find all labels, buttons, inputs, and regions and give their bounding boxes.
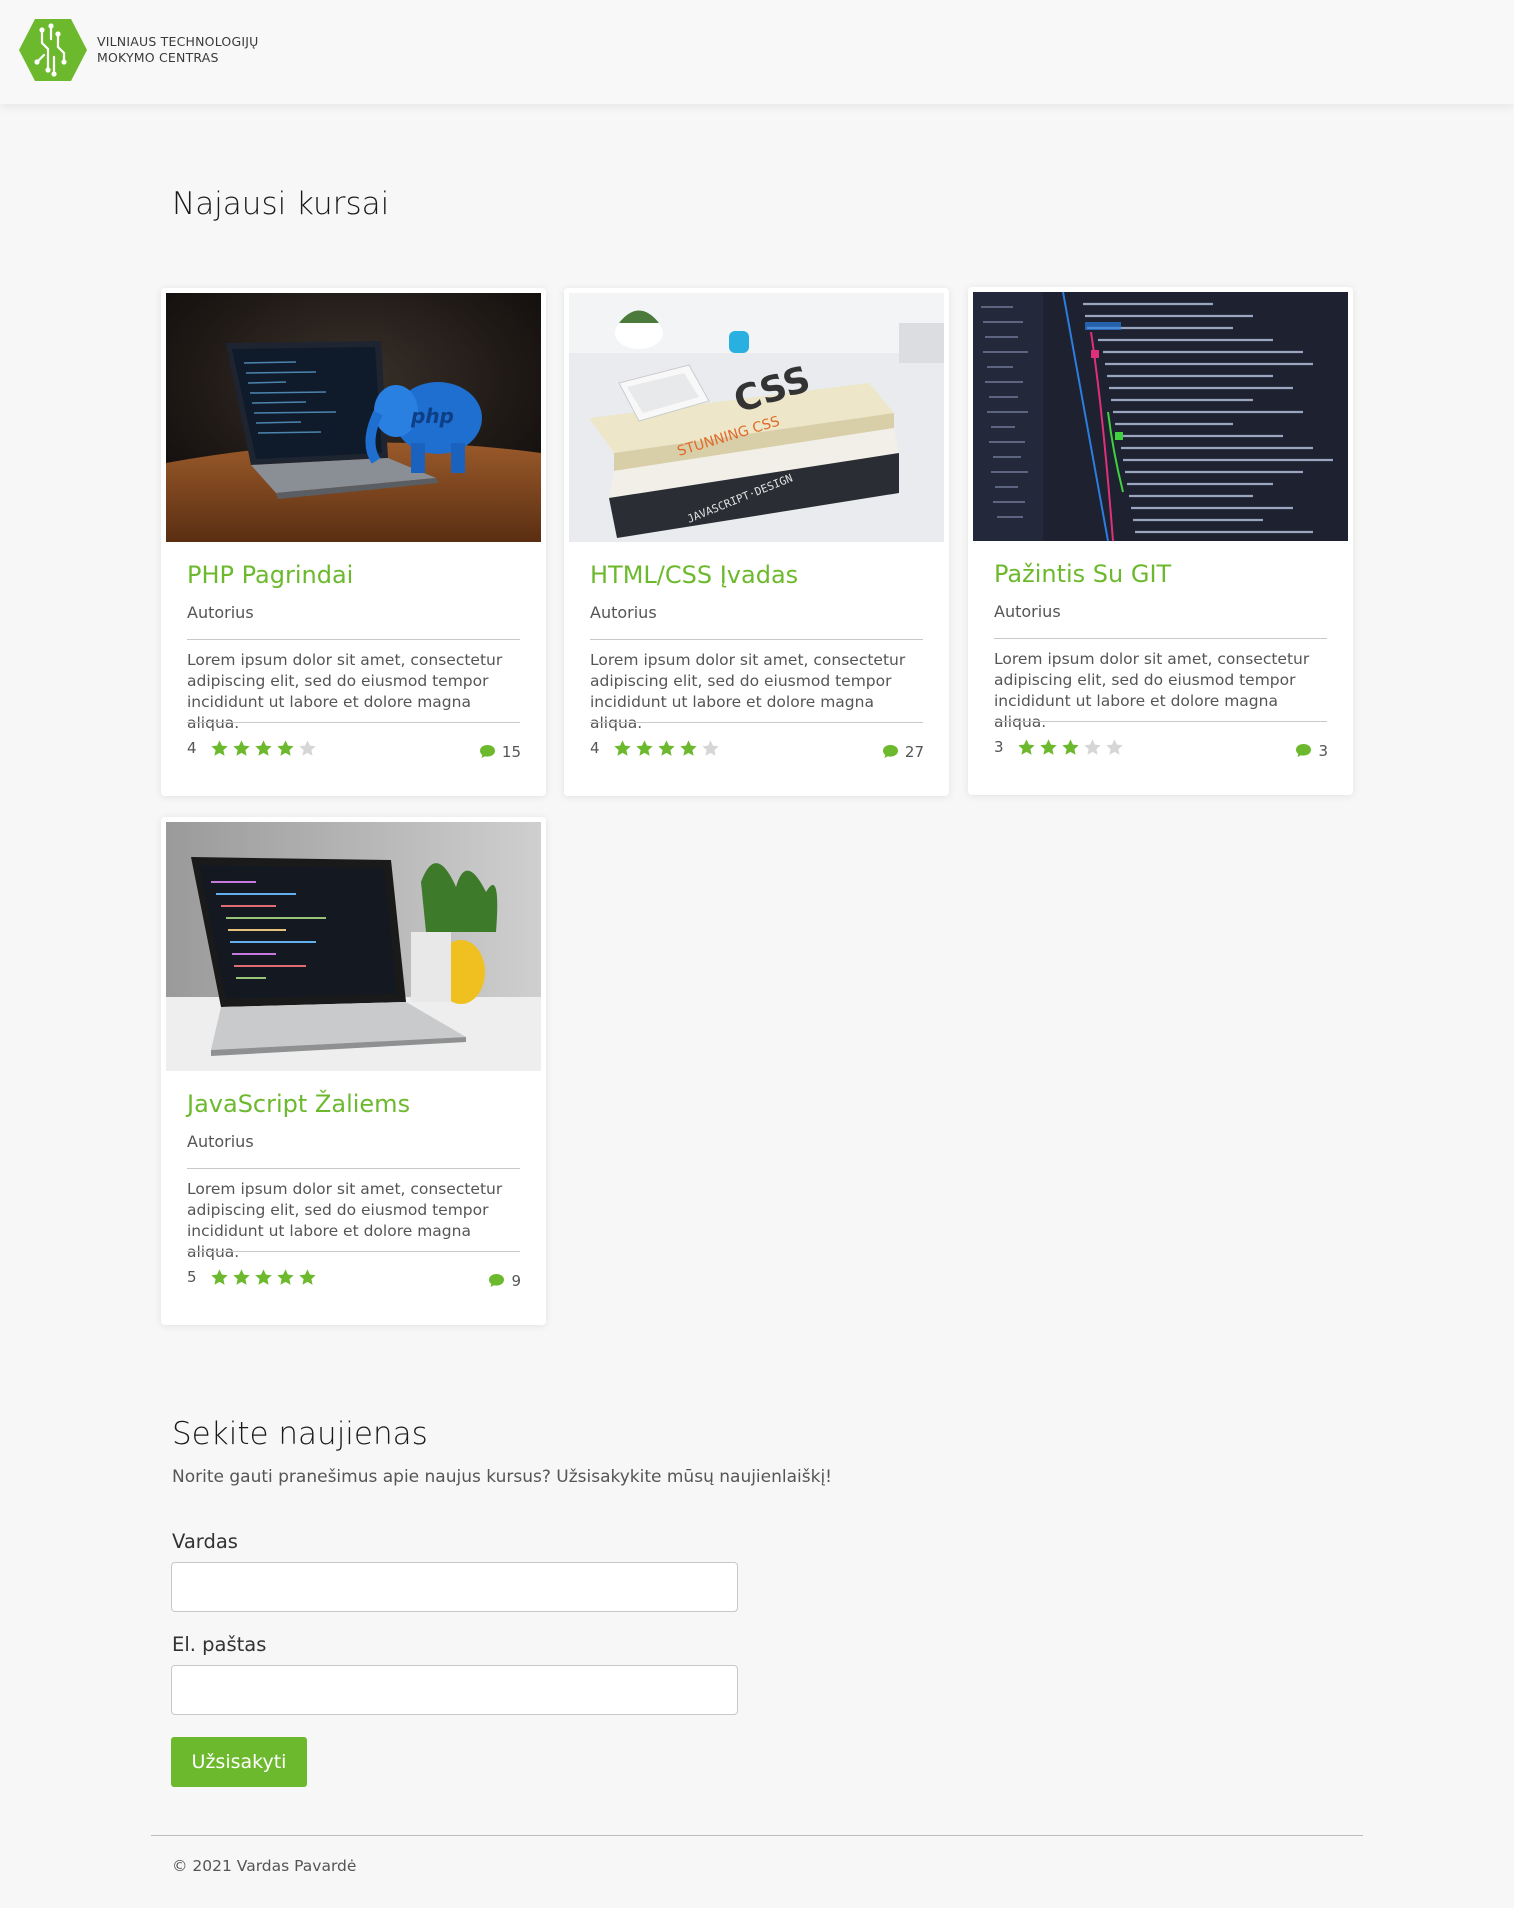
star-filled-icon: [1062, 739, 1079, 755]
email-label: El. paštas: [172, 1633, 267, 1656]
brand-line-1: VILNIAUS TECHNOLOGIJŲ: [97, 34, 259, 49]
rating-value: 3: [994, 738, 1004, 756]
email-input[interactable]: [171, 1665, 738, 1715]
course-card[interactable]: Pažintis Su GIT Autorius Lorem ipsum dol…: [968, 287, 1353, 795]
brand-name[interactable]: VILNIAUS TECHNOLOGIJŲ MOKYMO CENTRAS: [97, 34, 258, 66]
card-divider: [187, 639, 520, 640]
logo-icon[interactable]: [18, 17, 88, 83]
star-filled-icon: [211, 1269, 228, 1285]
comments-count[interactable]: 15: [479, 743, 521, 761]
name-label: Vardas: [172, 1530, 238, 1553]
course-title[interactable]: JavaScript Žaliems: [187, 1090, 410, 1118]
star-empty-icon: [1084, 739, 1101, 755]
course-title[interactable]: HTML/CSS Įvadas: [590, 561, 798, 589]
rating-value: 4: [590, 739, 600, 757]
svg-text:php: php: [410, 404, 454, 428]
course-author: Autorius: [590, 603, 657, 622]
course-author: Autorius: [187, 603, 254, 622]
rating-value: 4: [187, 739, 197, 757]
star-filled-icon: [277, 740, 294, 756]
rating-stars: [613, 739, 723, 759]
comment-icon: [489, 1274, 505, 1287]
footer-copyright: © 2021 Vardas Pavardė: [172, 1857, 357, 1875]
card-divider: [187, 1168, 520, 1169]
course-title[interactable]: Pažintis Su GIT: [994, 560, 1171, 588]
courses-section-title: Najausi kursai: [172, 186, 390, 222]
star-filled-icon: [255, 1269, 272, 1285]
course-image-html-css[interactable]: STUNNING CSS JAVASCRIPT·DESIGN CSS: [569, 293, 944, 542]
comment-icon: [882, 745, 898, 758]
newsletter-subtitle: Norite gauti pranešimus apie naujus kurs…: [172, 1467, 832, 1487]
subscribe-button[interactable]: Užsisakyti: [171, 1737, 307, 1787]
course-author: Autorius: [187, 1132, 254, 1151]
course-title[interactable]: PHP Pagrindai: [187, 561, 353, 589]
rating-value: 5: [187, 1268, 197, 1286]
course-image-javascript[interactable]: [166, 822, 541, 1071]
course-card[interactable]: php PHP Pagrindai Autorius Lorem ipsum d…: [161, 288, 546, 796]
star-filled-icon: [255, 740, 272, 756]
card-divider: [994, 638, 1327, 639]
star-empty-icon: [299, 740, 316, 756]
rating-stars: [1017, 738, 1127, 758]
star-empty-icon: [1106, 739, 1123, 755]
comments-count[interactable]: 3: [1295, 742, 1328, 760]
star-filled-icon: [658, 740, 675, 756]
course-card[interactable]: STUNNING CSS JAVASCRIPT·DESIGN CSS HTML/…: [564, 288, 949, 796]
course-image-git[interactable]: [973, 292, 1348, 541]
star-filled-icon: [614, 740, 631, 756]
star-filled-icon: [1040, 739, 1057, 755]
comment-icon: [479, 745, 495, 758]
star-filled-icon: [680, 740, 697, 756]
comments-count-value: 27: [904, 743, 924, 761]
comments-count-value: 3: [1318, 742, 1328, 760]
name-input[interactable]: [171, 1562, 738, 1612]
star-filled-icon: [1018, 739, 1035, 755]
rating-stars: [210, 1268, 320, 1288]
star-filled-icon: [277, 1269, 294, 1285]
star-filled-icon: [636, 740, 653, 756]
comment-icon: [1296, 744, 1312, 757]
star-filled-icon: [233, 1269, 250, 1285]
course-author: Autorius: [994, 602, 1061, 621]
star-empty-icon: [702, 740, 719, 756]
newsletter-title: Sekite naujienas: [172, 1416, 428, 1452]
card-divider: [187, 722, 520, 723]
comments-count-value: 9: [511, 1272, 521, 1290]
site-header: VILNIAUS TECHNOLOGIJŲ MOKYMO CENTRAS: [0, 0, 1514, 104]
card-divider: [590, 639, 923, 640]
course-card[interactable]: JavaScript Žaliems Autorius Lorem ipsum …: [161, 817, 546, 1325]
card-divider: [590, 722, 923, 723]
rating-stars: [210, 739, 320, 759]
star-filled-icon: [299, 1269, 316, 1285]
footer-divider: [151, 1835, 1363, 1836]
comments-count[interactable]: 9: [488, 1272, 521, 1290]
comments-count[interactable]: 27: [882, 743, 924, 761]
star-filled-icon: [211, 740, 228, 756]
comments-count-value: 15: [501, 743, 521, 761]
course-image-php[interactable]: php: [166, 293, 541, 542]
star-filled-icon: [233, 740, 250, 756]
card-divider: [994, 721, 1327, 722]
card-divider: [187, 1251, 520, 1252]
brand-line-2: MOKYMO CENTRAS: [97, 50, 219, 65]
